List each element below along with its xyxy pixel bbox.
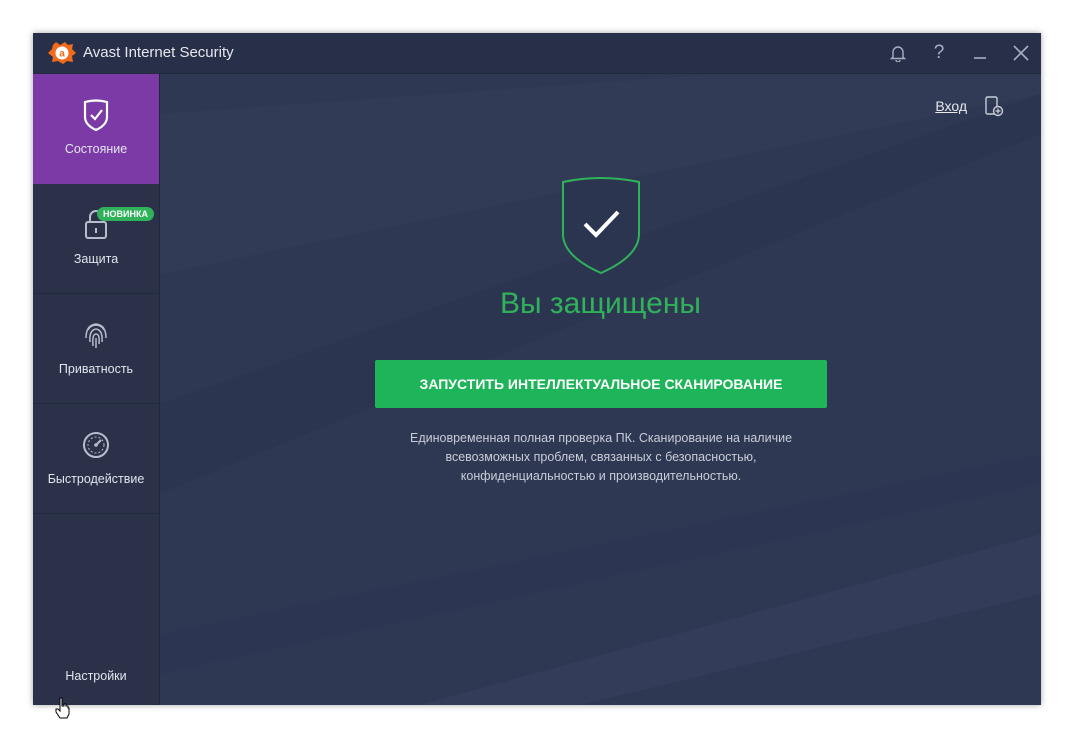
sidebar-item-privacy[interactable]: Приватность: [33, 294, 159, 404]
new-badge: НОВИНКА: [97, 207, 154, 221]
settings-link[interactable]: Настройки: [33, 669, 159, 683]
mouse-cursor-icon: [55, 697, 70, 719]
fingerprint-icon: [85, 323, 107, 348]
login-link[interactable]: Вход: [935, 98, 967, 114]
sidebar: Состояние НОВИНКА Защита Приватность Быс…: [33, 74, 160, 705]
sidebar-item-label: Быстродействие: [47, 472, 145, 486]
sidebar-item-label: Приватность: [58, 362, 134, 376]
protected-shield-icon: [562, 177, 640, 275]
status-title: Вы защищены: [500, 287, 701, 320]
app-window: a Avast Internet Security ? Состояние НО…: [33, 33, 1041, 705]
description-line: конфиденциальностью и производительность…: [460, 469, 742, 483]
shield-check-icon: [83, 99, 109, 132]
sidebar-item-performance[interactable]: Быстродействие: [33, 404, 159, 514]
svg-text:a: a: [59, 49, 65, 60]
help-icon[interactable]: ?: [927, 41, 951, 65]
avast-logo-icon: a: [48, 42, 76, 64]
title-bar: a Avast Internet Security ?: [33, 33, 1041, 74]
sidebar-item-label: Состояние: [64, 142, 128, 156]
minimize-icon[interactable]: [968, 41, 992, 65]
add-device-icon[interactable]: [984, 96, 1004, 118]
description-line: Единовременная полная проверка ПК. Скани…: [409, 431, 793, 445]
bell-icon[interactable]: [886, 41, 910, 65]
sidebar-item-label: Защита: [73, 252, 119, 266]
scan-description: Единовременная полная проверка ПК. Скани…: [360, 429, 842, 486]
sidebar-item-status[interactable]: Состояние: [33, 74, 159, 184]
close-icon[interactable]: [1009, 41, 1033, 65]
sidebar-item-protection[interactable]: НОВИНКА Защита: [33, 184, 159, 294]
speedometer-icon: [83, 432, 109, 458]
main-panel: Вход Вы защищены ЗАПУСТИТЬ ИНТЕЛЛЕКТУАЛЬ…: [160, 74, 1041, 705]
smart-scan-button[interactable]: ЗАПУСТИТЬ ИНТЕЛЛЕКТУАЛЬНОЕ СКАНИРОВАНИЕ: [375, 360, 827, 408]
app-title: Avast Internet Security: [83, 44, 234, 61]
description-line: всевозможных проблем, связанных с безопа…: [445, 450, 757, 464]
